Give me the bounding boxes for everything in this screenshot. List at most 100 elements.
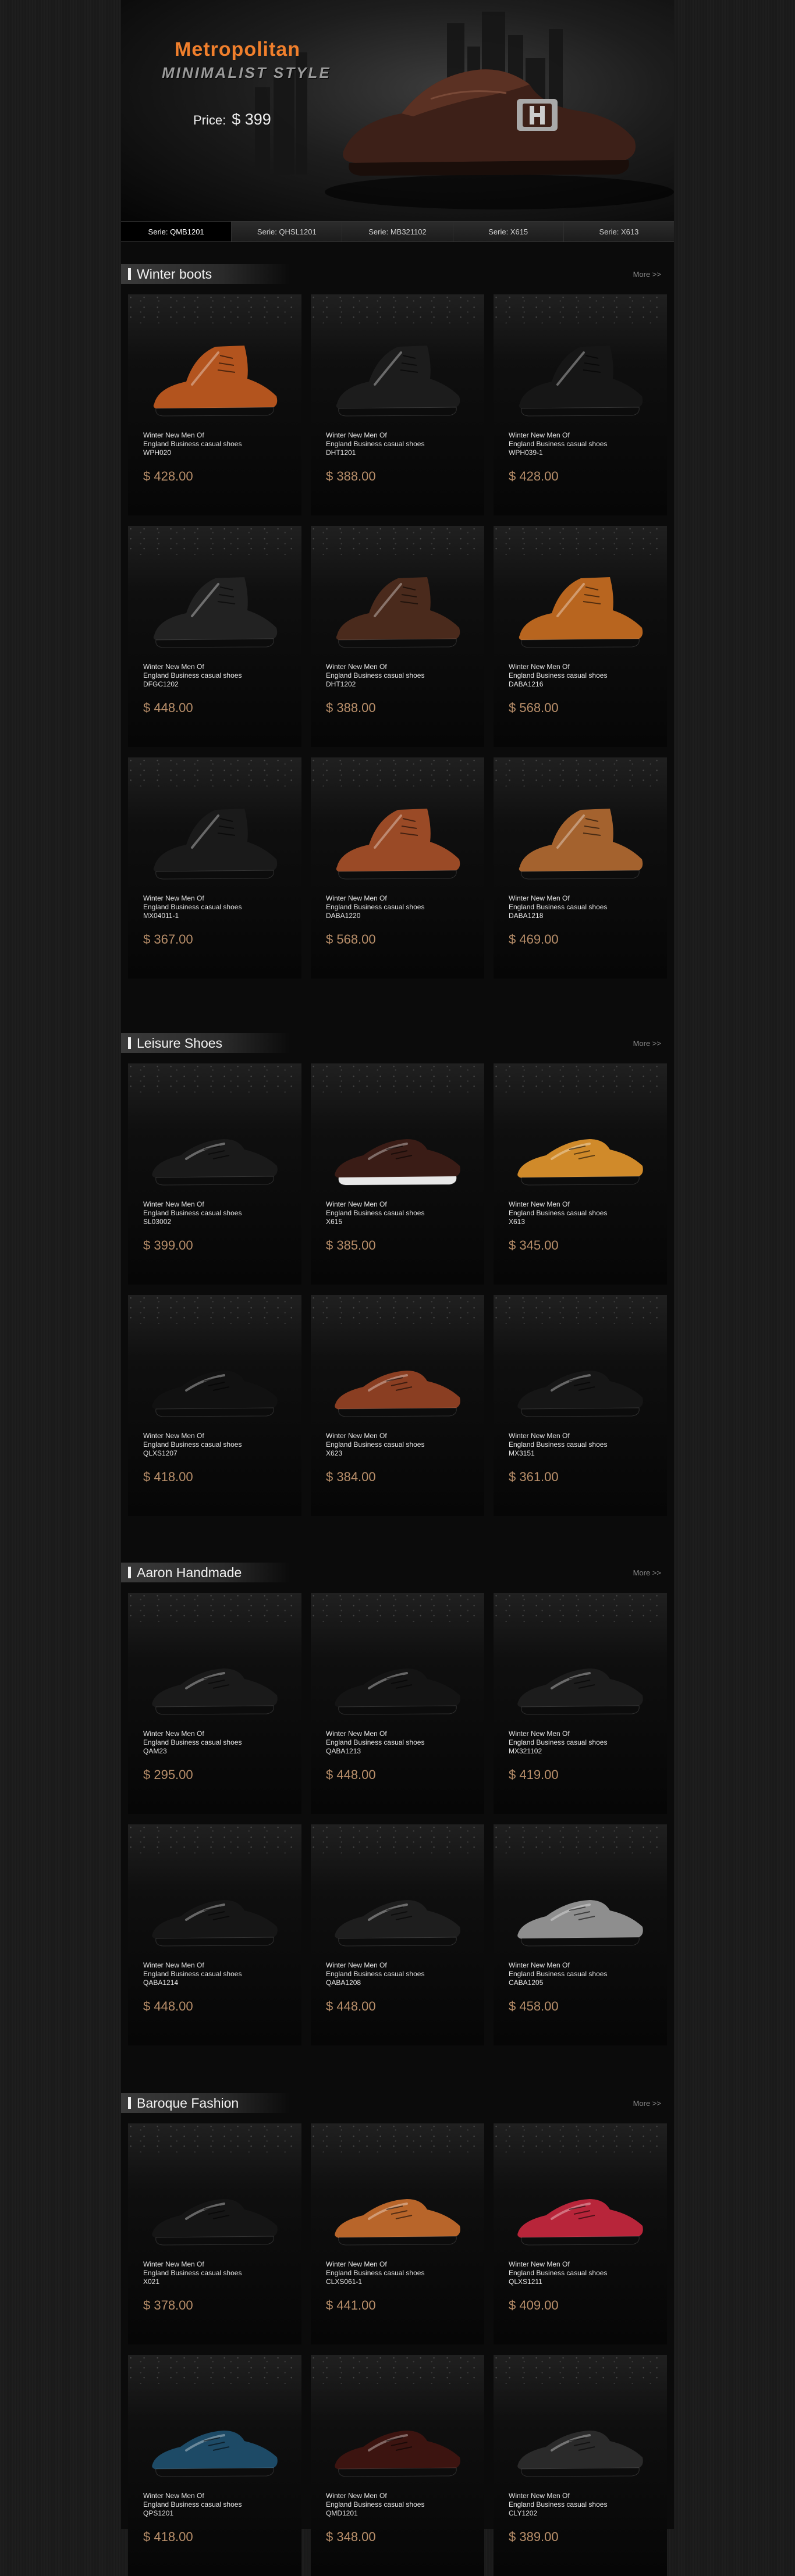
product-price: $ 428.00 (509, 469, 559, 483)
more-link[interactable]: More >> (633, 1568, 661, 1577)
product-card[interactable]: Winter New Men Of England Business casua… (128, 1295, 301, 1516)
product-image[interactable] (328, 561, 468, 654)
product-image[interactable] (145, 1098, 285, 1191)
product-price: $ 384.00 (326, 1470, 376, 1484)
product-card[interactable]: Winter New Men Of England Business casua… (311, 2123, 484, 2344)
product-image[interactable] (511, 1330, 651, 1423)
series-tab[interactable]: Serie: X615 (453, 222, 564, 241)
product-image[interactable] (511, 1098, 651, 1191)
product-image[interactable] (511, 329, 651, 422)
product-code: DHT1201 (326, 449, 356, 457)
product-card[interactable]: Winter New Men Of England Business casua… (311, 526, 484, 747)
product-card[interactable]: Winter New Men Of England Business casua… (494, 1593, 667, 1814)
series-tab[interactable]: Serie: QHSL1201 (232, 222, 343, 241)
series-tab[interactable]: Serie: MB321102 (342, 222, 453, 241)
product-card[interactable]: Winter New Men Of England Business casua… (128, 2123, 301, 2344)
section-title-block: Winter boots (121, 264, 290, 284)
product-image[interactable] (511, 2158, 651, 2251)
product-card[interactable]: Winter New Men Of England Business casua… (311, 1824, 484, 2045)
product-card[interactable]: Winter New Men Of England Business casua… (311, 294, 484, 515)
product-card[interactable]: Winter New Men Of England Business casua… (128, 757, 301, 979)
product-card[interactable]: Winter New Men Of England Business casua… (494, 294, 667, 515)
product-image[interactable] (145, 2390, 285, 2483)
product-card[interactable]: Winter New Men Of England Business casua… (311, 1593, 484, 1814)
hero-price-label: Price: (193, 113, 226, 127)
product-card[interactable]: Winter New Men Of England Business casua… (311, 1063, 484, 1285)
product-image[interactable] (511, 792, 651, 885)
product-card[interactable]: Winter New Men Of England Business casua… (128, 2355, 301, 2576)
product-name: Winter New Men Of England Business casua… (143, 1961, 242, 1978)
hero-banner[interactable]: Metropolitan MINIMALIST STYLE Price: $ 39… (121, 0, 674, 221)
product-image[interactable] (328, 329, 468, 422)
product-image[interactable] (328, 2390, 468, 2483)
product-card[interactable]: Winter New Men Of England Business casua… (128, 1593, 301, 1814)
product-name: Winter New Men Of England Business casua… (326, 894, 425, 911)
hero-price-line: Price: $ 399 (193, 111, 271, 129)
product-image[interactable] (511, 1628, 651, 1721)
product-card[interactable]: Winter New Men Of England Business casua… (311, 1295, 484, 1516)
product-image[interactable] (145, 2158, 285, 2251)
product-price: $ 441.00 (326, 2298, 376, 2312)
product-name: Winter New Men Of England Business casua… (143, 1200, 242, 1217)
card-texture (311, 526, 484, 555)
product-code: QABA1213 (326, 1747, 361, 1755)
product-code: CABA1205 (509, 1979, 544, 1987)
product-card[interactable]: Winter New Men Of England Business casua… (494, 1063, 667, 1285)
product-card[interactable]: Winter New Men Of England Business casua… (311, 2355, 484, 2576)
product-image[interactable] (328, 1098, 468, 1191)
product-image[interactable] (328, 1628, 468, 1721)
product-card[interactable]: Winter New Men Of England Business casua… (128, 1824, 301, 2045)
more-link[interactable]: More >> (633, 270, 661, 279)
product-price: $ 448.00 (326, 1767, 376, 1782)
product-section: Baroque Fashion More >> Winter New Men Of … (121, 2090, 674, 2576)
product-image[interactable] (145, 792, 285, 885)
card-texture (494, 757, 667, 787)
product-image[interactable] (145, 561, 285, 654)
product-card[interactable]: Winter New Men Of England Business casua… (311, 757, 484, 979)
series-tab[interactable]: Serie: X613 (563, 222, 675, 241)
product-image[interactable] (145, 1628, 285, 1721)
product-image[interactable] (145, 1330, 285, 1423)
product-section: Aaron Handmade More >> Winter New Men Of E… (121, 1559, 674, 2045)
card-texture (128, 2355, 301, 2384)
product-price: $ 418.00 (143, 1470, 193, 1484)
product-image[interactable] (328, 1859, 468, 1952)
product-image[interactable] (328, 2158, 468, 2251)
product-image[interactable] (328, 792, 468, 885)
product-name: Winter New Men Of England Business casua… (326, 1432, 425, 1449)
series-tab[interactable]: Serie: QMB1201 (121, 222, 232, 241)
product-card[interactable]: Winter New Men Of England Business casua… (494, 1295, 667, 1516)
card-texture (494, 1593, 667, 1622)
card-texture (494, 2123, 667, 2152)
product-code: QMD1201 (326, 2509, 358, 2517)
product-image[interactable] (511, 2390, 651, 2483)
hero-shoe-image (343, 69, 636, 176)
product-name: Winter New Men Of England Business casua… (326, 1961, 425, 1978)
product-card[interactable]: Winter New Men Of England Business casua… (128, 526, 301, 747)
more-link[interactable]: More >> (633, 2099, 661, 2108)
product-price: $ 345.00 (509, 1238, 559, 1253)
section-title-block: Aaron Handmade (121, 1563, 290, 1582)
product-code: QABA1208 (326, 1979, 361, 1987)
product-card[interactable]: Winter New Men Of England Business casua… (494, 1824, 667, 2045)
card-texture (311, 757, 484, 787)
product-image[interactable] (145, 1859, 285, 1952)
product-card[interactable]: Winter New Men Of England Business casua… (128, 1063, 301, 1285)
product-price: $ 378.00 (143, 2298, 193, 2312)
product-image[interactable] (328, 1330, 468, 1423)
product-image[interactable] (511, 1859, 651, 1952)
section-header: Leisure Shoes More >> (121, 1030, 674, 1056)
product-card[interactable]: Winter New Men Of England Business casua… (494, 2355, 667, 2576)
title-bar-icon (128, 1037, 131, 1049)
product-card[interactable]: Winter New Men Of England Business casua… (494, 757, 667, 979)
product-code: CLXS061-1 (326, 2278, 363, 2286)
product-card[interactable]: Winter New Men Of England Business casua… (494, 2123, 667, 2344)
product-card[interactable]: Winter New Men Of England Business casua… (494, 526, 667, 747)
product-card[interactable]: Winter New Men Of England Business casua… (128, 294, 301, 515)
product-code: DFGC1202 (143, 680, 179, 688)
product-image[interactable] (511, 561, 651, 654)
more-link[interactable]: More >> (633, 1039, 661, 1048)
product-price: $ 419.00 (509, 1767, 559, 1782)
product-image[interactable] (145, 329, 285, 422)
product-code: QLXS1211 (509, 2278, 542, 2286)
